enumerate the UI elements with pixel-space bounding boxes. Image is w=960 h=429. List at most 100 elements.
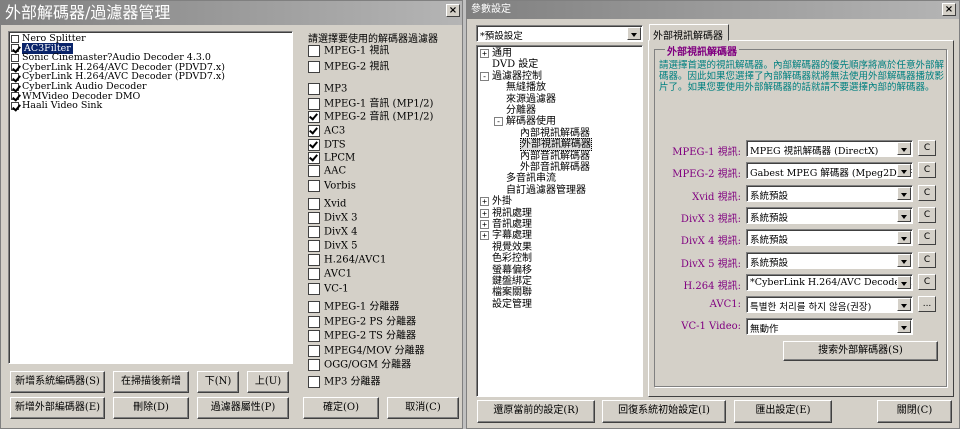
decoder-config-button[interactable]: C	[918, 140, 936, 156]
close-icon[interactable]: ×	[942, 3, 956, 16]
filter-option[interactable]: AVC1	[308, 268, 352, 280]
tree-node[interactable]: - 過濾器控制	[480, 71, 542, 83]
decoder-select[interactable]: 系統預設	[746, 229, 913, 247]
decoder-config-button[interactable]: C	[918, 162, 936, 179]
search-external-decoder-button[interactable]: 搜索外部解碼器(S)	[783, 341, 938, 361]
tree-node[interactable]: - 解碼器使用	[494, 116, 556, 128]
chevron-down-icon[interactable]	[897, 231, 911, 245]
checkbox[interactable]	[308, 254, 320, 266]
expand-icon[interactable]: +	[480, 231, 489, 241]
decoder-select[interactable]: 無動作	[746, 318, 913, 336]
filter-properties-button[interactable]: 過濾器屬性(P)	[197, 397, 289, 419]
add-after-scan-button[interactable]: 在掃描後新增	[113, 371, 189, 393]
expand-icon[interactable]: +	[480, 220, 489, 229]
checkbox[interactable]	[308, 198, 320, 210]
filter-option[interactable]: MPEG-2 視訊	[308, 61, 389, 73]
checkbox[interactable]	[308, 283, 320, 295]
filter-option[interactable]: OGG/OGM 分離器	[308, 359, 411, 371]
tree-node[interactable]: 色彩控制	[480, 253, 532, 265]
checkbox[interactable]	[11, 101, 19, 110]
checkbox[interactable]	[11, 34, 19, 43]
filter-option[interactable]: H.264/AVC1	[308, 254, 386, 266]
decoder-select[interactable]: 系統預設	[746, 184, 913, 202]
decoder-config-button[interactable]: ...	[918, 296, 936, 313]
filter-option[interactable]: MPEG-1 分離器	[308, 301, 399, 313]
checkbox[interactable]	[308, 83, 320, 95]
collapse-icon[interactable]: -	[480, 71, 489, 81]
checkbox[interactable]	[308, 125, 320, 137]
checkbox[interactable]	[11, 63, 19, 72]
chevron-down-icon[interactable]	[897, 164, 911, 178]
settings-tree[interactable]: + 通用 DVD 設定 - 過濾器控制 無縫播放 來源過濾器 分離器 - 解碼器使用 內部視訊解碼器…	[476, 45, 643, 397]
chevron-down-icon[interactable]	[897, 142, 911, 155]
move-up-button[interactable]: 上(U)	[247, 371, 289, 393]
checkbox[interactable]	[11, 92, 19, 101]
tree-node[interactable]: 螢幕偏移	[480, 265, 532, 277]
decoder-config-button[interactable]: C	[918, 229, 936, 246]
decoder-select[interactable]: MPEG 視訊解碼器 (DirectX)	[746, 140, 913, 157]
close-button[interactable]: 關閉(C)	[877, 400, 952, 423]
chevron-down-icon[interactable]	[897, 275, 911, 289]
tree-node[interactable]: 多音訊串流	[494, 173, 556, 185]
tree-node[interactable]: 設定管理	[480, 299, 532, 311]
chevron-down-icon[interactable]	[627, 27, 641, 40]
checkbox[interactable]	[308, 212, 320, 224]
filter-option[interactable]: DivX 4	[308, 226, 358, 238]
decoder-config-button[interactable]: C	[918, 184, 936, 201]
checkbox[interactable]	[308, 301, 320, 313]
chevron-down-icon[interactable]	[897, 208, 911, 222]
filter-option[interactable]: DivX 3	[308, 212, 358, 224]
expand-icon[interactable]: +	[480, 208, 489, 218]
checkbox[interactable]	[308, 330, 320, 342]
move-down-button[interactable]: 下(N)	[197, 371, 239, 393]
filter-option[interactable]: VC-1	[308, 283, 349, 295]
tree-node[interactable]: + 視訊處理	[480, 208, 532, 220]
list-item[interactable]: Haali Video Sink	[11, 101, 102, 110]
filter-option[interactable]: AAC	[308, 165, 346, 177]
decoder-select[interactable]: 系統預設	[746, 206, 913, 224]
decoder-config-button[interactable]: C	[918, 251, 936, 268]
close-icon[interactable]: ×	[446, 4, 460, 17]
checkbox[interactable]	[11, 53, 19, 62]
chevron-down-icon[interactable]	[897, 186, 911, 200]
filter-option[interactable]: MP3	[308, 83, 347, 95]
delete-button[interactable]: 刪除(D)	[113, 397, 189, 419]
filter-option[interactable]: DTS	[308, 139, 346, 151]
add-external-encoder-button[interactable]: 新增外部編碼器(E)	[10, 397, 105, 419]
export-settings-button[interactable]: 匯出設定(E)	[734, 400, 832, 423]
tree-node[interactable]: 來源過濾器	[494, 94, 556, 106]
filter-option[interactable]: AC3	[308, 125, 345, 137]
checkbox[interactable]	[308, 139, 320, 151]
decoder-config-button[interactable]: C	[918, 273, 936, 290]
checkbox[interactable]	[308, 359, 320, 371]
filter-option[interactable]: MPEG-2 音訊 (MP1/2)	[308, 111, 433, 123]
tree-node[interactable]: 檔案關聯	[480, 287, 532, 299]
checkbox[interactable]	[308, 345, 320, 357]
checkbox[interactable]	[308, 180, 320, 192]
external-filter-list[interactable]: Nero Splitter AC3Filter Sonic Cinemaster?A…	[8, 31, 293, 364]
filter-option[interactable]: MPEG-2 PS 分離器	[308, 316, 416, 328]
chevron-down-icon[interactable]	[897, 320, 911, 334]
tree-node[interactable]: + 外掛	[480, 196, 512, 208]
filter-option[interactable]: DivX 5	[308, 240, 358, 252]
filter-option[interactable]: MPEG-2 TS 分離器	[308, 330, 416, 342]
checkbox[interactable]	[308, 45, 320, 57]
filter-option[interactable]: MPEG-1 音訊 (MP1/2)	[308, 98, 433, 110]
expand-icon[interactable]: +	[480, 49, 489, 58]
cancel-button[interactable]: 取消(C)	[387, 397, 459, 419]
restore-settings-button[interactable]: 還原當前的設定(R)	[477, 400, 595, 423]
filter-option[interactable]: Xvid	[308, 198, 346, 210]
decoder-select[interactable]: 특별한 처리를 하지 않음(권장)	[746, 296, 913, 314]
tree-node[interactable]: + 字幕處理	[480, 230, 532, 242]
filter-option[interactable]: MP3 分離器	[308, 376, 381, 388]
checkbox[interactable]	[308, 376, 320, 388]
checkbox[interactable]	[11, 72, 19, 81]
checkbox[interactable]	[11, 44, 19, 53]
checkbox[interactable]	[308, 152, 320, 164]
checkbox[interactable]	[308, 61, 320, 73]
reset-defaults-button[interactable]: 回復系統初始設定(I)	[602, 400, 726, 423]
decoder-select[interactable]: Gabest MPEG 解碼器 (Mpeg2DecFilter...	[746, 162, 913, 180]
expand-icon[interactable]: +	[480, 197, 489, 207]
tree-node[interactable]: 外部視訊解碼器	[508, 138, 592, 152]
tree-node[interactable]: 自訂過濾器管理器	[494, 185, 586, 197]
